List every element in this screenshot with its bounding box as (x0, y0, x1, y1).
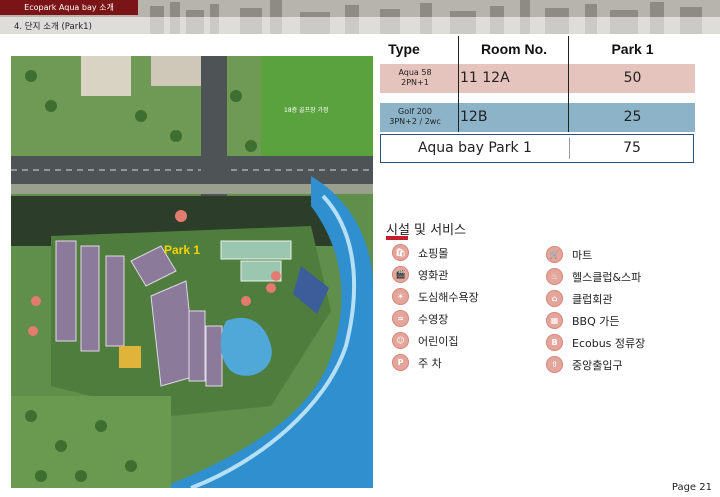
legend-label: BBQ 가든 (572, 315, 620, 328)
mart-icon: 🛒 (546, 246, 563, 263)
swimming-icon: ≈ (392, 310, 409, 327)
total-divider (569, 138, 570, 159)
column-divider (568, 36, 569, 132)
legend-label: 클럽회관 (572, 293, 613, 306)
bbq-icon: ▦ (546, 312, 563, 329)
legend-label: 수영장 (418, 313, 449, 326)
header-room: Room No. (480, 41, 548, 57)
legend-label: 도심해수욕장 (418, 291, 479, 304)
legend-label: 어린이집 (418, 335, 459, 348)
header-park: Park 1 (611, 41, 654, 57)
total-label: Aqua bay Park 1 (418, 140, 532, 156)
type-table: Type Room No. Park 1 Aqua 58 2PN+1 11 12… (380, 36, 700, 166)
page-number: Page 21 (671, 482, 712, 493)
road-sign: 18층 골프장 가정 (284, 106, 329, 114)
legend-label: 중앙출입구 (572, 359, 623, 372)
site-map-image: 18층 골프장 가정 (11, 56, 373, 488)
type-name: Golf 200 (398, 107, 432, 116)
type-cell: Golf 200 3PN+2 / 2wc (380, 103, 450, 132)
fitness-icon: ♨ (546, 268, 563, 285)
park-cell: 25 (623, 109, 642, 125)
type-spec: 2PN+1 (401, 78, 429, 87)
type-spec: 3PN+2 / 2wc (389, 117, 441, 126)
site-map: 18층 골프장 가정 Park 1 (11, 56, 373, 488)
kindergarten-icon: ☺ (392, 332, 409, 349)
table-row: Golf 200 3PN+2 / 2wc 12B 25 (380, 103, 695, 132)
parking-icon: P (392, 354, 409, 371)
legend-label: Ecobus 정류장 (572, 337, 646, 350)
clubhouse-icon: ⌂ (546, 290, 563, 307)
legend-label: 영화관 (418, 269, 449, 282)
total-value: 75 (623, 140, 641, 156)
legend-label: 마트 (572, 249, 593, 262)
legend-label: 헬스클럽&스파 (572, 271, 642, 284)
room-cell: 11 12A (460, 70, 510, 86)
beach-icon: ☀ (392, 288, 409, 305)
legend-label: 주 차 (418, 357, 442, 370)
column-divider (458, 36, 459, 132)
cinema-icon: 🎬 (392, 266, 409, 283)
table-row: Aqua 58 2PN+1 11 12A 50 (380, 64, 695, 93)
shopping-icon: 🛍 (392, 244, 409, 261)
type-name: Aqua 58 (398, 68, 432, 77)
header-tab: Ecopark Aqua bay 소개 (0, 0, 138, 15)
facilities-title-bar (386, 236, 408, 240)
entrance-icon: ⇧ (546, 356, 563, 373)
header-type: Type (388, 41, 420, 57)
header-banner: Ecopark Aqua bay 소개 (0, 0, 720, 34)
room-cell: 12B (460, 109, 488, 125)
total-row: Aqua bay Park 1 75 (380, 134, 694, 163)
legend-label: 쇼핑몰 (418, 247, 449, 260)
section-label: 4. 단지 소개 (Park1) (14, 22, 92, 32)
type-cell: Aqua 58 2PN+1 (380, 64, 450, 93)
park-label: Park 1 (164, 243, 201, 257)
park-cell: 50 (623, 70, 642, 86)
bus-icon: B (546, 334, 563, 351)
